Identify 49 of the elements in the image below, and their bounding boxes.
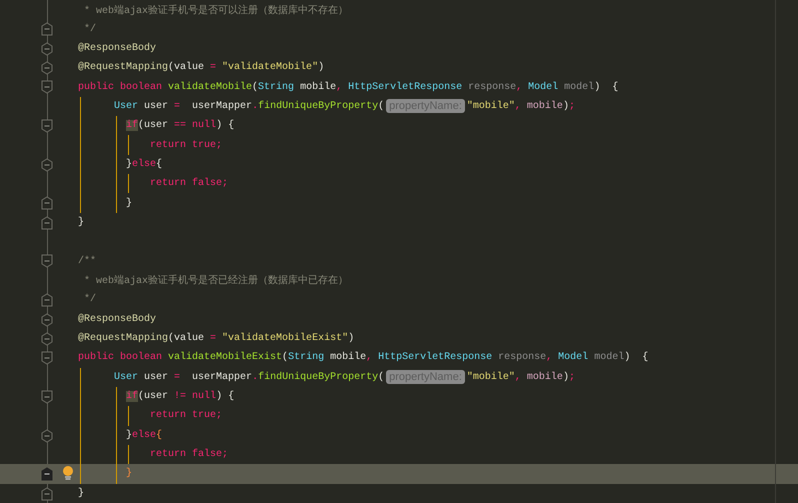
code-text: @RequestMapping(value = "validateMobile") bbox=[78, 62, 324, 74]
indent-guide bbox=[128, 406, 129, 426]
code-text: * web端ajax验证手机号是否可以注册（数据库中不存在） bbox=[84, 4, 348, 17]
code-text: "mobile", mobile); bbox=[466, 372, 575, 383]
fold-marker-icon[interactable] bbox=[41, 158, 53, 172]
code-text: @ResponseBody bbox=[78, 42, 156, 54]
fold-marker-icon[interactable] bbox=[41, 196, 53, 210]
fold-marker-icon[interactable] bbox=[41, 216, 53, 230]
code-text: public boolean validateMobileExist(String mobile, HttpServletResponse response, Model model) { bbox=[78, 352, 648, 364]
code-text: @ResponseBody bbox=[78, 314, 156, 325]
fold-marker-icon[interactable] bbox=[41, 312, 53, 326]
code-text: return true; bbox=[150, 410, 222, 422]
code-text: } bbox=[126, 198, 132, 209]
fold-marker-icon[interactable] bbox=[41, 390, 53, 404]
code-text: } bbox=[126, 468, 132, 480]
code-text: return true; bbox=[150, 140, 222, 151]
indent-guide bbox=[128, 174, 129, 194]
code-text: if(user == null) { bbox=[126, 120, 234, 132]
indent-guide bbox=[128, 444, 129, 464]
fold-marker-icon[interactable] bbox=[41, 22, 53, 36]
fold-marker-icon[interactable] bbox=[41, 61, 53, 76]
code-text: if(user != null) { bbox=[126, 391, 234, 402]
code-text: @RequestMapping(value = "validateMobileExist") bbox=[78, 333, 354, 344]
fold-marker-icon[interactable] bbox=[41, 80, 53, 94]
fold-marker-icon[interactable] bbox=[41, 332, 53, 346]
code-text: User user = userMapper.findUniqueByProperty( bbox=[114, 372, 384, 383]
code-text: }else{ bbox=[126, 430, 162, 441]
code-text: "mobile", mobile); bbox=[466, 100, 575, 112]
fold-marker-icon[interactable] bbox=[41, 254, 53, 268]
fold-marker-icon[interactable] bbox=[41, 293, 53, 308]
code-text: }else{ bbox=[126, 158, 162, 170]
fold-marker-icon[interactable] bbox=[41, 486, 53, 501]
code-text: return false; bbox=[150, 178, 228, 190]
code-text: return false; bbox=[150, 449, 228, 460]
fold-marker-icon[interactable] bbox=[41, 428, 53, 443]
code-text: } bbox=[78, 216, 84, 228]
code-text: /** bbox=[78, 256, 96, 267]
fold-marker-icon[interactable] bbox=[41, 119, 53, 134]
fold-marker-icon[interactable] bbox=[41, 467, 53, 482]
lightbulb-icon[interactable] bbox=[62, 466, 74, 482]
code-text: */ bbox=[84, 294, 96, 306]
code-text: public boolean validateMobile(String mobile, HttpServletResponse response, Model model) { bbox=[78, 82, 618, 93]
fold-marker-icon[interactable] bbox=[41, 42, 53, 56]
code-text: */ bbox=[84, 24, 96, 35]
code-text: } bbox=[78, 488, 84, 499]
code-text: * web端ajax验证手机号是否已经注册（数据库中已存在） bbox=[84, 274, 348, 288]
indent-guide bbox=[128, 135, 129, 155]
code-text: User user = userMapper.findUniqueByProperty( bbox=[114, 100, 384, 112]
fold-marker-icon[interactable] bbox=[41, 351, 53, 366]
